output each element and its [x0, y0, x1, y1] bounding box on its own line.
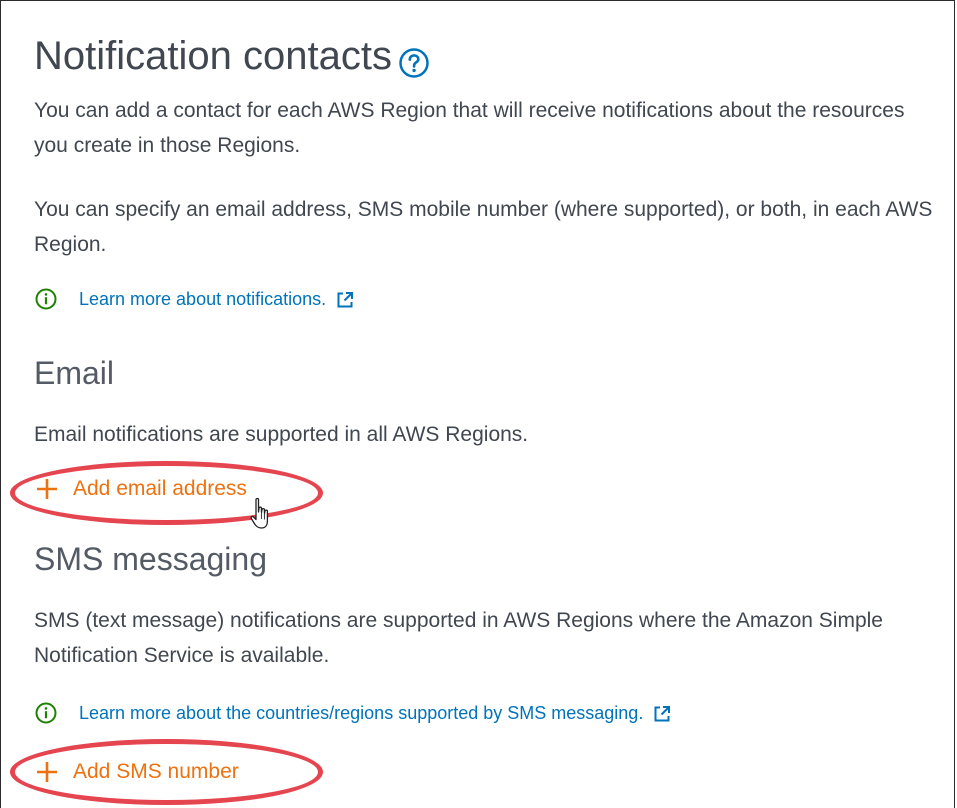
- add-email-address-label: Add email address: [73, 477, 247, 500]
- learn-more-notifications-link[interactable]: Learn more about notifications.: [79, 289, 326, 310]
- add-sms-number-button[interactable]: Add SMS number: [35, 760, 239, 784]
- external-link-icon: [336, 291, 354, 309]
- learn-more-notifications[interactable]: Learn more about notifications.: [35, 288, 354, 310]
- learn-more-sms[interactable]: Learn more about the countries/regions s…: [35, 702, 671, 724]
- learn-more-sms-link[interactable]: Learn more about the countries/regions s…: [79, 703, 643, 724]
- page-title: Notification contacts: [34, 31, 430, 81]
- info-icon: [35, 702, 57, 724]
- notification-contacts-panel: Notification contacts You can add a cont…: [0, 0, 955, 808]
- hand-cursor-icon: [249, 497, 275, 533]
- add-email-address-button[interactable]: Add email address: [35, 477, 247, 501]
- sms-description: SMS (text message) notifications are sup…: [34, 609, 883, 667]
- intro-paragraph-2: You can specify an email address, SMS mo…: [34, 198, 933, 256]
- plus-icon: [35, 760, 59, 784]
- add-sms-number-label: Add SMS number: [73, 760, 239, 783]
- info-icon: [35, 288, 57, 310]
- external-link-icon: [653, 705, 671, 723]
- email-description: Email notifications are supported in all…: [34, 423, 529, 446]
- sms-section-title: SMS messaging: [34, 541, 267, 577]
- help-circle-icon[interactable]: [398, 41, 430, 78]
- plus-icon: [35, 477, 59, 501]
- page-title-text: Notification contacts: [34, 34, 392, 78]
- intro-paragraph-1: You can add a contact for each AWS Regio…: [34, 99, 905, 157]
- email-section-title: Email: [34, 355, 115, 391]
